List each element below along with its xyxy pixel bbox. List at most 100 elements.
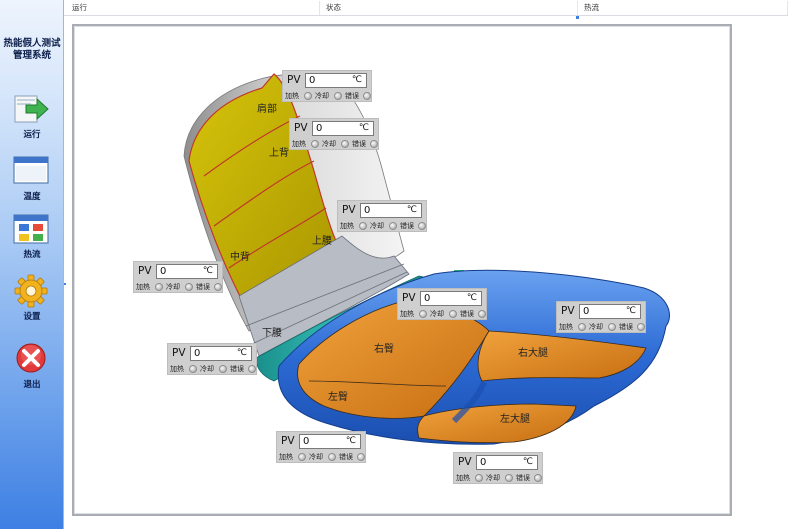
pv-panel-lower-waist: PV 0 ℃ 加热 冷却 错误	[167, 343, 257, 375]
pv-value: 0	[160, 266, 167, 277]
cool-led-icon	[328, 453, 336, 461]
heat-led-icon	[578, 323, 586, 331]
pv-unit: ℃	[351, 75, 362, 85]
heat-led-icon	[311, 140, 319, 148]
heat-led-icon	[155, 283, 163, 291]
tab-run[interactable]: 运行	[66, 1, 320, 15]
cool-label: 冷却	[315, 92, 329, 100]
cool-led-icon	[185, 283, 193, 291]
pv-value-field[interactable]: 0 ℃	[476, 455, 538, 470]
pv-value: 0	[583, 306, 590, 317]
tab-heatflow[interactable]: 热流	[578, 1, 788, 15]
pv-value: 0	[316, 123, 323, 134]
error-led-icon	[418, 222, 426, 230]
pv-value-field[interactable]: 0 ℃	[305, 73, 367, 88]
window-icon	[13, 156, 49, 184]
cool-label: 冷却	[309, 453, 323, 461]
cool-led-icon	[505, 474, 513, 482]
pv-unit: ℃	[466, 293, 477, 303]
indicator-row: 加热 冷却 错误	[559, 321, 645, 333]
heat-label: 加热	[136, 283, 150, 291]
cool-led-icon	[341, 140, 349, 148]
pv-label: PV	[342, 204, 356, 216]
pv-value-field[interactable]: 0 ℃	[360, 203, 422, 218]
pv-unit: ℃	[406, 205, 417, 215]
heat-label: 加热	[279, 453, 293, 461]
sidebar-item-heatflow[interactable]: 热流	[0, 212, 64, 270]
error-led-icon	[363, 92, 371, 100]
error-led-icon	[370, 140, 378, 148]
heat-label: 加热	[340, 222, 354, 230]
heat-label: 加热	[292, 140, 306, 148]
heat-label: 加热	[400, 310, 414, 318]
app-title-line1: 热能假人测试	[3, 38, 61, 49]
heat-led-icon	[359, 222, 367, 230]
pv-unit: ℃	[202, 266, 213, 276]
sidebar-item-label: 热流	[23, 250, 41, 260]
tab-status[interactable]: 状态	[320, 1, 578, 15]
pv-value-field[interactable]: 0 ℃	[190, 346, 252, 361]
pv-panel-upper-back: PV 0 ℃ 加热 冷却 错误	[289, 118, 379, 150]
pv-panel-left-thigh: PV 0 ℃ 加热 冷却 错误	[453, 452, 543, 484]
error-led-icon	[478, 310, 486, 318]
heat-led-icon	[419, 310, 427, 318]
region-label-left-thigh: 左大腿	[500, 412, 530, 425]
error-label: 错误	[516, 474, 530, 482]
sidebar-item-label: 温度	[23, 192, 41, 202]
pv-value-field[interactable]: 0 ℃	[420, 291, 482, 306]
region-label-right-thigh: 右大腿	[518, 346, 548, 359]
pv-value-field[interactable]: 0 ℃	[299, 434, 361, 449]
pv-unit: ℃	[522, 457, 533, 467]
pv-label: PV	[138, 265, 152, 277]
region-label-shoulder: 肩部	[257, 102, 277, 115]
cool-label: 冷却	[200, 365, 214, 373]
error-led-icon	[248, 365, 256, 373]
cool-label: 冷却	[430, 310, 444, 318]
pv-unit: ℃	[358, 123, 369, 133]
region-label-lower-waist: 下腰	[262, 327, 282, 339]
heat-led-icon	[475, 474, 483, 482]
arrow-right-icon	[14, 95, 49, 123]
region-label-right-hip: 右臀	[374, 342, 394, 355]
error-label: 错误	[230, 365, 244, 373]
cool-label: 冷却	[322, 140, 336, 148]
heat-label: 加热	[559, 323, 573, 331]
sidebar-item-temperature[interactable]: 温度	[0, 154, 64, 212]
pv-label: PV	[294, 122, 308, 134]
pv-unit: ℃	[625, 306, 636, 316]
heat-led-icon	[189, 365, 197, 373]
tab-bar: 运行 状态 热流	[64, 0, 788, 16]
sidebar-item-label: 退出	[23, 380, 41, 390]
cool-label: 冷却	[166, 283, 180, 291]
pv-value-field[interactable]: 0 ℃	[579, 304, 641, 319]
pv-panel-left-hip: PV 0 ℃ 加热 冷却 错误	[276, 431, 366, 463]
region-label-upper-waist: 上腰	[312, 235, 332, 247]
sidebar-item-settings[interactable]: 设置	[0, 274, 64, 332]
pv-value: 0	[309, 75, 316, 86]
pv-value: 0	[303, 436, 310, 447]
pv-label: PV	[287, 74, 301, 86]
sidebar-item-exit[interactable]: 退出	[0, 342, 64, 400]
sidebar-item-run[interactable]: 运行	[0, 92, 64, 150]
pv-panel-mid-back: PV 0 ℃ 加热 冷却 错误	[133, 261, 223, 293]
error-led-icon	[214, 283, 222, 291]
pv-value: 0	[424, 293, 431, 304]
region-label-upper-back: 上背	[269, 146, 289, 159]
heat-label: 加热	[170, 365, 184, 373]
pv-value: 0	[480, 457, 487, 468]
indicator-row: 加热 冷却 错误	[456, 472, 542, 484]
error-label: 错误	[352, 140, 366, 148]
splitter-marker	[64, 283, 66, 285]
indicator-row: 加热 冷却 错误	[170, 363, 256, 375]
error-label: 错误	[196, 283, 210, 291]
cool-label: 冷却	[589, 323, 603, 331]
region-label-left-hip: 左臀	[328, 390, 348, 403]
indicator-row: 加热 冷却 错误	[136, 281, 222, 293]
pv-value-field[interactable]: 0 ℃	[156, 264, 218, 279]
error-led-icon	[637, 323, 645, 331]
cool-label: 冷却	[370, 222, 384, 230]
pv-value-field[interactable]: 0 ℃	[312, 121, 374, 136]
sidebar: 热能假人测试 管理系统 运行 温度 热流 设置 退出	[0, 0, 64, 529]
error-label: 错误	[339, 453, 353, 461]
indicator-row: 加热 冷却 错误	[400, 308, 486, 320]
